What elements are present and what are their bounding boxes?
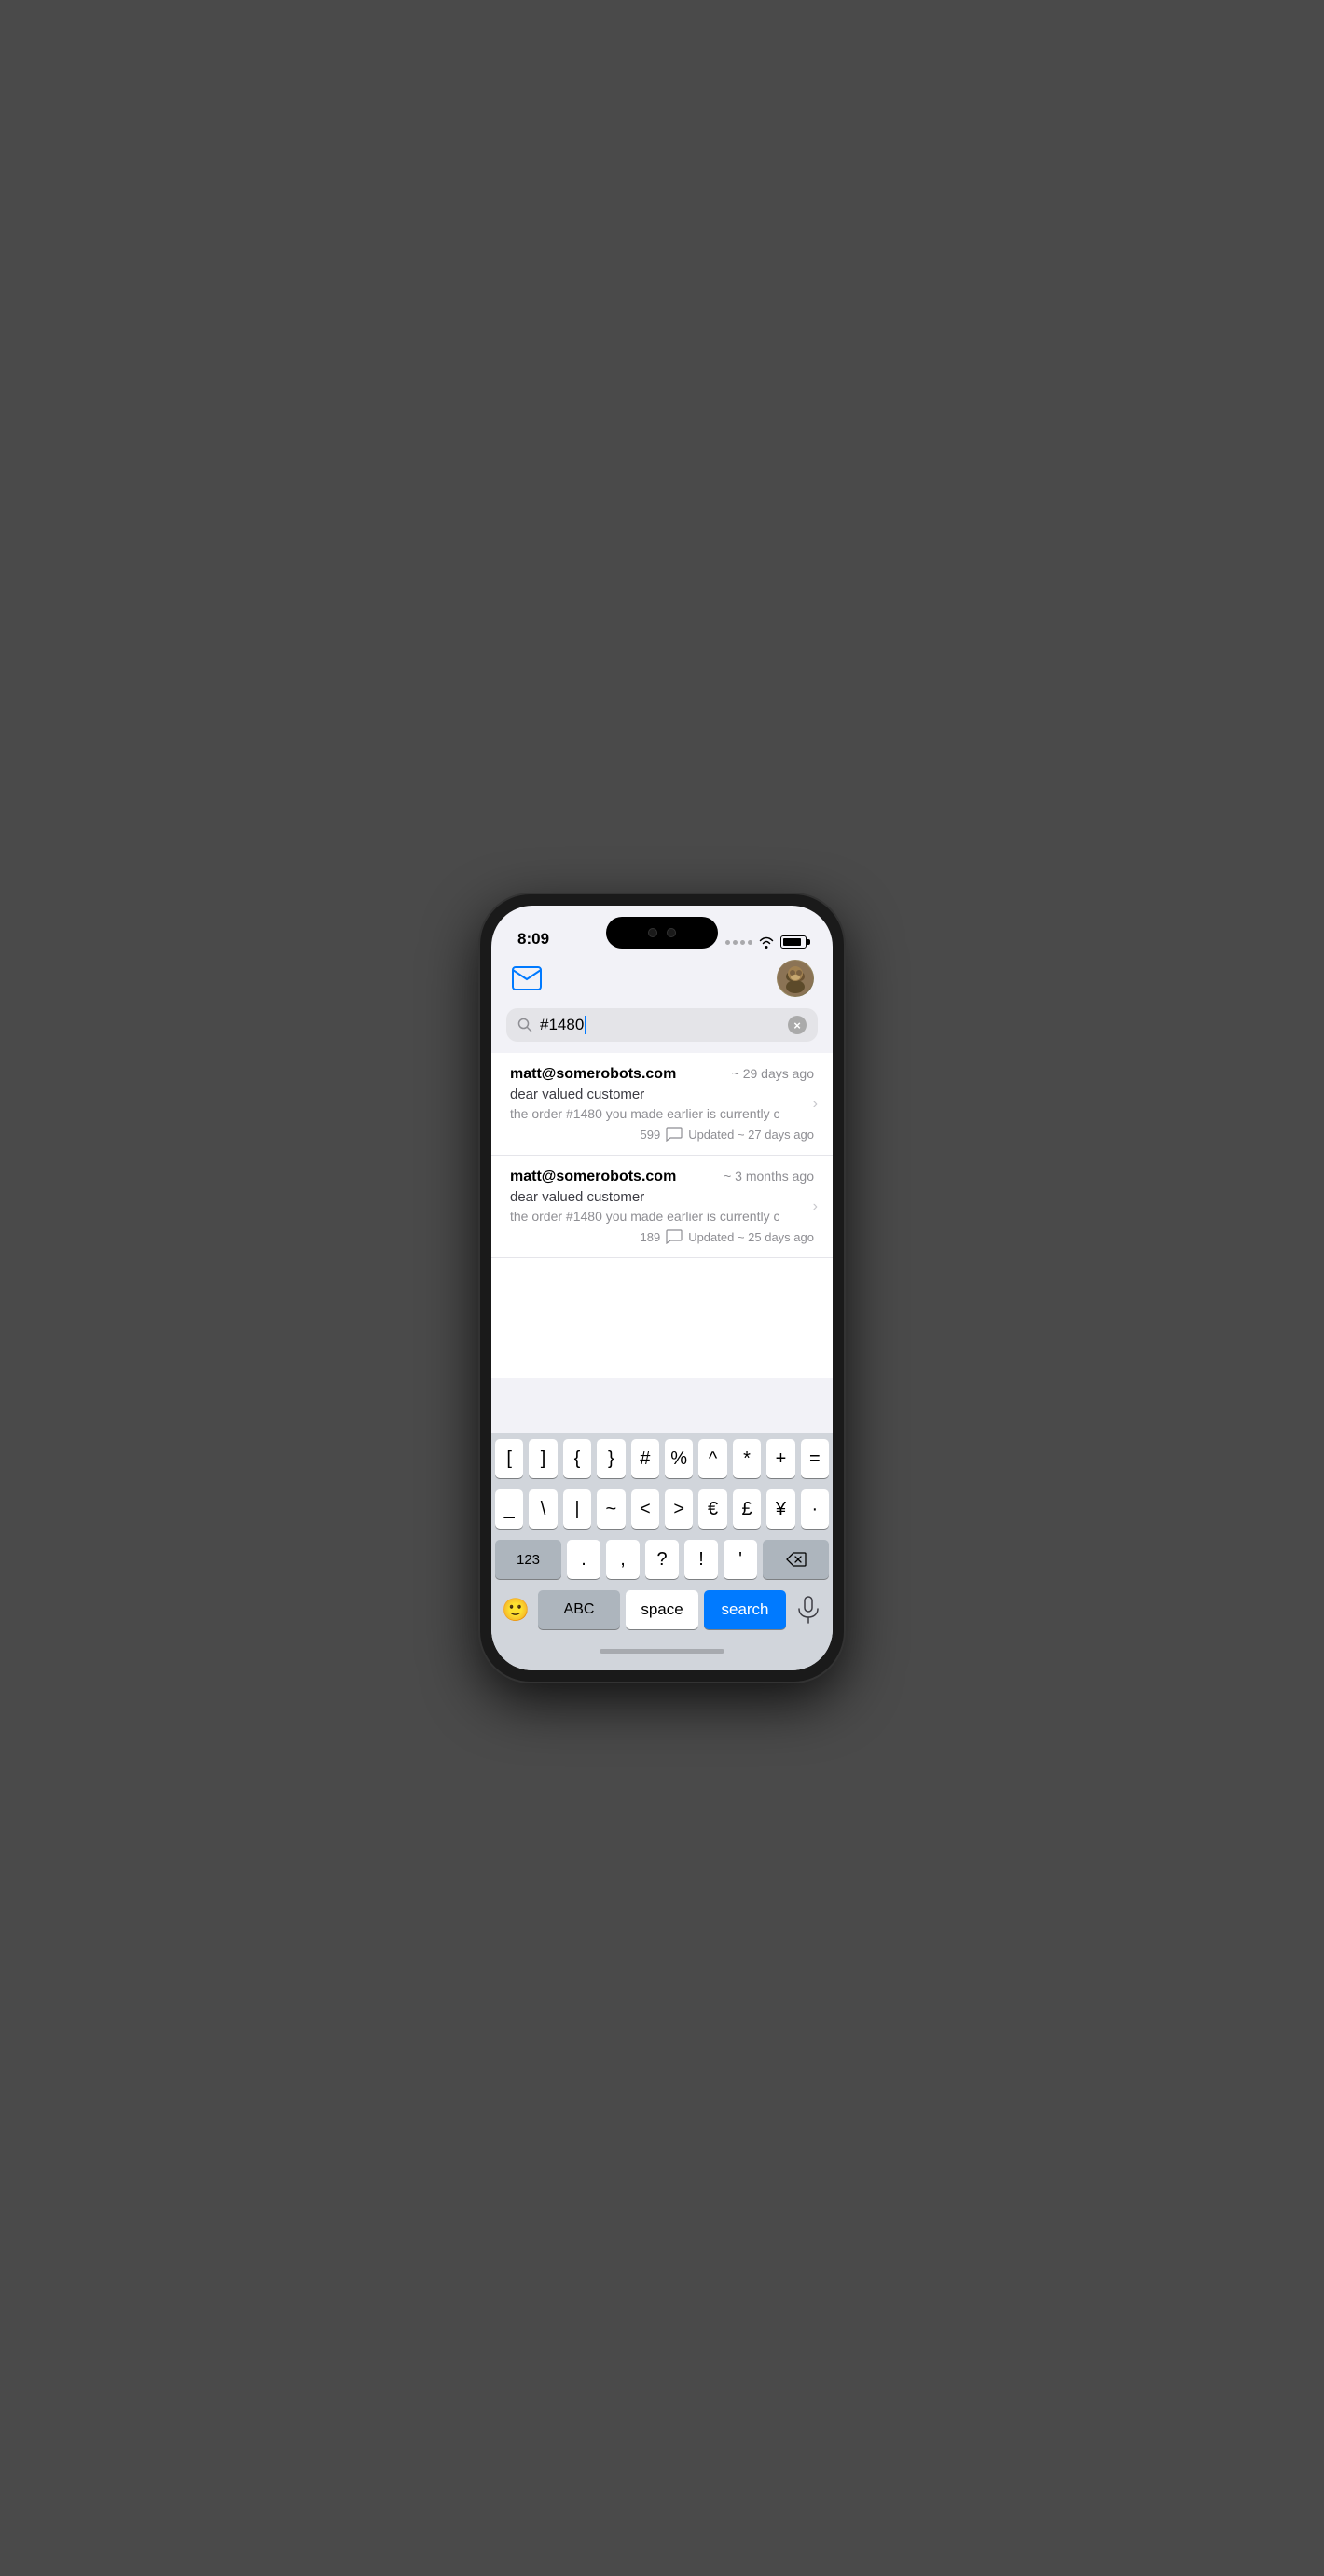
status-icons	[725, 935, 807, 949]
battery-icon	[780, 935, 807, 949]
result-sender: matt@somerobots.com	[510, 1169, 676, 1185]
space-key[interactable]: space	[626, 1590, 698, 1629]
backspace-icon	[786, 1552, 807, 1567]
key-yen[interactable]: ¥	[766, 1489, 794, 1529]
key-123[interactable]: 123	[495, 1540, 561, 1579]
mail-icon[interactable]	[510, 962, 544, 995]
result-footer: 189 Updated ~ 25 days ago	[510, 1229, 814, 1244]
abc-key[interactable]: ABC	[538, 1590, 620, 1629]
result-comments-count: 189	[640, 1230, 660, 1244]
key-brace-close[interactable]: }	[597, 1439, 625, 1478]
result-preview: the order #1480 you made earlier is curr…	[510, 1106, 814, 1121]
key-asterisk[interactable]: *	[733, 1439, 761, 1478]
keyboard-row-3: 123 . , ? ! '	[495, 1540, 829, 1579]
key-apostrophe[interactable]: '	[724, 1540, 757, 1579]
key-equals[interactable]: =	[801, 1439, 829, 1478]
mic-icon	[797, 1596, 820, 1624]
search-container: #1480 ×	[491, 1008, 833, 1053]
key-exclaim[interactable]: !	[684, 1540, 718, 1579]
result-item[interactable]: matt@somerobots.com ~ 3 months ago dear …	[491, 1156, 833, 1258]
search-bar[interactable]: #1480 ×	[506, 1008, 818, 1042]
key-comma[interactable]: ,	[606, 1540, 640, 1579]
key-dot[interactable]: ·	[801, 1489, 829, 1529]
mail-svg	[512, 966, 542, 990]
dynamic-island	[606, 917, 718, 949]
search-key[interactable]: search	[704, 1590, 786, 1629]
result-header: matt@somerobots.com ~ 3 months ago	[510, 1169, 814, 1185]
mic-button[interactable]	[792, 1593, 825, 1627]
chevron-right-icon: ›	[813, 1198, 818, 1215]
key-greater[interactable]: >	[665, 1489, 693, 1529]
comment-icon	[666, 1127, 683, 1142]
result-updated: Updated ~ 27 days ago	[688, 1128, 814, 1142]
key-bracket-open[interactable]: [	[495, 1439, 523, 1478]
result-comments-count: 599	[640, 1128, 660, 1142]
status-time: 8:09	[517, 930, 549, 949]
keyboard-row-1: [ ] { } # % ^ * + =	[495, 1439, 829, 1478]
key-caret[interactable]: ^	[698, 1439, 726, 1478]
result-date: ~ 29 days ago	[732, 1066, 814, 1081]
keyboard-row-2: _ \ | ~ < > € £ ¥ ·	[495, 1489, 829, 1529]
avatar-image	[778, 961, 813, 996]
search-input[interactable]: #1480	[540, 1016, 780, 1034]
key-brace-open[interactable]: {	[563, 1439, 591, 1478]
app-header	[491, 956, 833, 1008]
key-period[interactable]: .	[567, 1540, 600, 1579]
result-footer: 599 Updated ~ 27 days ago	[510, 1127, 814, 1142]
key-bracket-close[interactable]: ]	[529, 1439, 557, 1478]
key-question[interactable]: ?	[645, 1540, 679, 1579]
island-dot-right	[667, 928, 676, 937]
emoji-button[interactable]: 🙂	[499, 1593, 532, 1627]
key-underscore[interactable]: _	[495, 1489, 523, 1529]
wifi-icon	[758, 935, 775, 949]
key-plus[interactable]: +	[766, 1439, 794, 1478]
result-updated: Updated ~ 25 days ago	[688, 1230, 814, 1244]
phone-screen: 8:09	[491, 906, 833, 1670]
signal-icon	[725, 940, 752, 945]
search-query-value: #1480	[540, 1016, 584, 1034]
island-dot-left	[648, 928, 657, 937]
result-header: matt@somerobots.com ~ 29 days ago	[510, 1066, 814, 1083]
phone-frame: 8:09	[480, 894, 844, 1682]
keyboard-bottom-row: 🙂 ABC space search	[495, 1590, 829, 1635]
key-less[interactable]: <	[631, 1489, 659, 1529]
key-pipe[interactable]: |	[563, 1489, 591, 1529]
comment-icon	[666, 1229, 683, 1244]
backspace-key[interactable]	[763, 1540, 829, 1579]
result-sender: matt@somerobots.com	[510, 1066, 676, 1083]
key-pound[interactable]: £	[733, 1489, 761, 1529]
key-tilde[interactable]: ~	[597, 1489, 625, 1529]
result-preview: the order #1480 you made earlier is curr…	[510, 1209, 814, 1224]
key-euro[interactable]: €	[698, 1489, 726, 1529]
text-cursor	[585, 1016, 586, 1034]
keyboard: [ ] { } # % ^ * + = _ \ | ~ < > € £	[491, 1433, 833, 1670]
key-backslash[interactable]: \	[529, 1489, 557, 1529]
key-hash[interactable]: #	[631, 1439, 659, 1478]
chevron-right-icon: ›	[813, 1096, 818, 1113]
avatar[interactable]	[777, 960, 814, 997]
result-date: ~ 3 months ago	[724, 1169, 814, 1184]
home-indicator	[600, 1649, 724, 1654]
clear-button[interactable]: ×	[788, 1016, 807, 1034]
home-indicator-bar	[495, 1635, 829, 1667]
empty-area	[491, 1378, 833, 1433]
result-subject: dear valued customer	[510, 1189, 814, 1205]
result-item[interactable]: matt@somerobots.com ~ 29 days ago dear v…	[491, 1053, 833, 1156]
result-subject: dear valued customer	[510, 1087, 814, 1102]
search-icon	[517, 1018, 532, 1032]
results-list: matt@somerobots.com ~ 29 days ago dear v…	[491, 1053, 833, 1378]
key-percent[interactable]: %	[665, 1439, 693, 1478]
